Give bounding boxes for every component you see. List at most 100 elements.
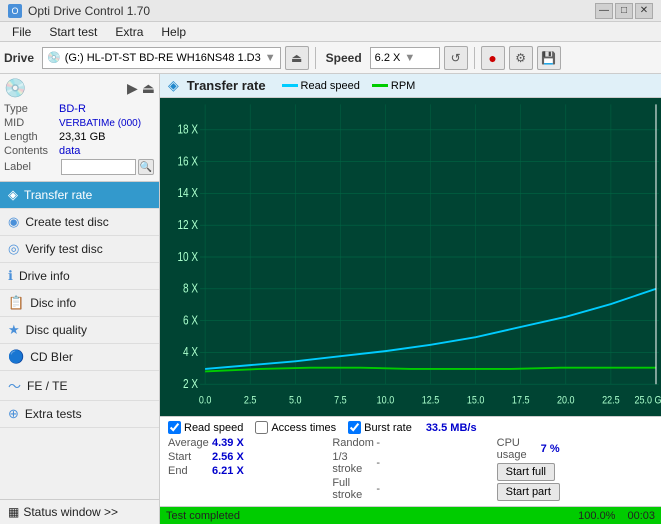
nav-create-test-disc[interactable]: ◉ Create test disc	[0, 209, 159, 236]
label-input[interactable]	[61, 159, 136, 175]
eject-button[interactable]: ⏏	[285, 46, 309, 70]
nav-extra-tests[interactable]: ⊕ Extra tests	[0, 401, 159, 428]
burst-rate-checkbox-label[interactable]: Burst rate	[348, 421, 412, 434]
read-speed-checkbox-text: Read speed	[184, 422, 243, 434]
random-value: -	[376, 437, 380, 449]
svg-text:15.0: 15.0	[467, 394, 485, 406]
disc-contents-row: Contents data	[4, 145, 155, 157]
svg-text:12 X: 12 X	[177, 219, 198, 232]
svg-text:18 X: 18 X	[177, 124, 198, 137]
stats-col-left: Average 4.39 X Start 2.56 X End 6.21 X	[164, 436, 328, 504]
type-label: Type	[4, 103, 59, 115]
nav-transfer-rate[interactable]: ◈ Transfer rate	[0, 182, 159, 209]
toolbar-separator-1	[315, 47, 316, 69]
stats-rows: Average 4.39 X Start 2.56 X End 6.21 X	[164, 436, 657, 504]
disc-info-icon: 📋	[8, 295, 24, 311]
svg-text:6 X: 6 X	[183, 314, 198, 327]
cpu-value: 7 %	[541, 443, 560, 455]
menu-extra[interactable]: Extra	[107, 24, 151, 40]
length-label: Length	[4, 131, 59, 143]
nav-transfer-rate-label: Transfer rate	[24, 188, 92, 202]
average-label: Average	[168, 437, 208, 449]
svg-text:12.5: 12.5	[422, 394, 440, 406]
nav-extra-tests-label: Extra tests	[25, 407, 82, 421]
rpm-color	[372, 84, 388, 87]
save-button[interactable]: 💾	[537, 46, 561, 70]
nav-cd-bier[interactable]: 🔵 CD BIer	[0, 344, 159, 371]
contents-value: data	[59, 145, 80, 157]
nav-disc-quality[interactable]: ★ Disc quality	[0, 317, 159, 344]
stats-row-start-full: Start full	[497, 463, 653, 481]
app-icon: O	[8, 4, 22, 18]
create-disc-icon: ◉	[8, 214, 19, 230]
full-stroke-value: -	[376, 483, 380, 495]
nav-drive-info[interactable]: ℹ Drive info	[0, 263, 159, 290]
nav-disc-quality-label: Disc quality	[26, 323, 87, 337]
nav-disc-info[interactable]: 📋 Disc info	[0, 290, 159, 317]
minimize-button[interactable]: —	[595, 3, 613, 19]
legend-rpm-label: RPM	[391, 80, 415, 92]
transfer-rate-icon: ◈	[8, 187, 18, 203]
drive-select[interactable]: 💿 (G:) HL-DT-ST BD-RE WH16NS48 1.D3 ▼	[42, 47, 281, 69]
maximize-button[interactable]: □	[615, 3, 633, 19]
access-times-checkbox-label[interactable]: Access times	[255, 421, 336, 434]
settings-button[interactable]: ⚙	[509, 46, 533, 70]
drive-icon: 💿	[47, 51, 61, 64]
speed-value: 6.2 X	[375, 52, 401, 64]
type-value: BD-R	[59, 103, 86, 115]
stroke-1-3-label: 1/3 stroke	[332, 451, 372, 475]
nav-disc-info-label: Disc info	[30, 296, 76, 310]
access-times-checkbox-text: Access times	[271, 422, 336, 434]
contents-label: Contents	[4, 145, 59, 157]
speed-select[interactable]: 6.2 X ▼	[370, 47, 440, 69]
nav-fe-te[interactable]: 〜 FE / TE	[0, 371, 159, 401]
disc-mid-row: MID VERBATIMe (000)	[4, 117, 155, 129]
disc-panel: 💿 ▶ ⏏ Type BD-R MID VERBATIMe (000) Leng…	[0, 74, 159, 182]
chart-area: ◈ Transfer rate Read speed RPM	[160, 74, 661, 524]
stats-checkboxes: Read speed Access times Burst rate 33.5 …	[164, 419, 657, 436]
svg-text:20.0: 20.0	[557, 394, 575, 406]
disc-length-row: Length 23,31 GB	[4, 131, 155, 143]
legend-rpm: RPM	[372, 80, 415, 92]
svg-text:7.5: 7.5	[334, 394, 347, 406]
drive-name: (G:) HL-DT-ST BD-RE WH16NS48 1.D3	[65, 52, 261, 64]
start-full-button[interactable]: Start full	[497, 463, 555, 481]
svg-text:10 X: 10 X	[177, 251, 198, 264]
fe-te-icon: 〜	[8, 376, 21, 395]
menu-file[interactable]: File	[4, 24, 39, 40]
full-stroke-label: Full stroke	[332, 477, 372, 501]
length-value: 23,31 GB	[59, 131, 105, 143]
stats-row-random: Random -	[332, 437, 488, 449]
chart-title: Transfer rate	[187, 78, 266, 93]
svg-text:16 X: 16 X	[177, 155, 198, 168]
disc-eject-btn[interactable]: ⏏	[142, 80, 155, 97]
stats-row-start-part: Start part	[497, 483, 653, 501]
stats-row-cpu: CPU usage 7 %	[497, 437, 653, 461]
access-times-checkbox[interactable]	[255, 421, 268, 434]
burst-rate-checkbox-text: Burst rate	[364, 422, 412, 434]
svg-text:2 X: 2 X	[183, 378, 198, 391]
stats-row-end: End 6.21 X	[168, 465, 324, 477]
toolbar: Drive 💿 (G:) HL-DT-ST BD-RE WH16NS48 1.D…	[0, 42, 661, 74]
read-speed-checkbox[interactable]	[168, 421, 181, 434]
nav-verify-test-disc[interactable]: ◎ Verify test disc	[0, 236, 159, 263]
start-part-button[interactable]: Start part	[497, 483, 560, 501]
svg-text:5.0: 5.0	[289, 394, 302, 406]
close-button[interactable]: ✕	[635, 3, 653, 19]
menu-start-test[interactable]: Start test	[41, 24, 105, 40]
read-speed-checkbox-label[interactable]: Read speed	[168, 421, 243, 434]
stats-row-1-3-stroke: 1/3 stroke -	[332, 451, 488, 475]
disc-type-row: Type BD-R	[4, 103, 155, 115]
status-window-icon: ▦	[8, 505, 19, 519]
speed-label: Speed	[326, 51, 362, 65]
label-btn[interactable]: 🔍	[138, 159, 154, 175]
menu-help[interactable]: Help	[153, 24, 194, 40]
burst-rate-checkbox[interactable]	[348, 421, 361, 434]
stroke-1-3-value: -	[376, 457, 380, 469]
disc-quality-icon: ★	[8, 322, 20, 338]
record-button[interactable]: ●	[481, 46, 505, 70]
disc-info-btn[interactable]: ▶	[127, 80, 138, 97]
refresh-button[interactable]: ↺	[444, 46, 468, 70]
svg-text:4 X: 4 X	[183, 346, 198, 359]
status-window-btn[interactable]: ▦ Status window >>	[0, 499, 159, 524]
